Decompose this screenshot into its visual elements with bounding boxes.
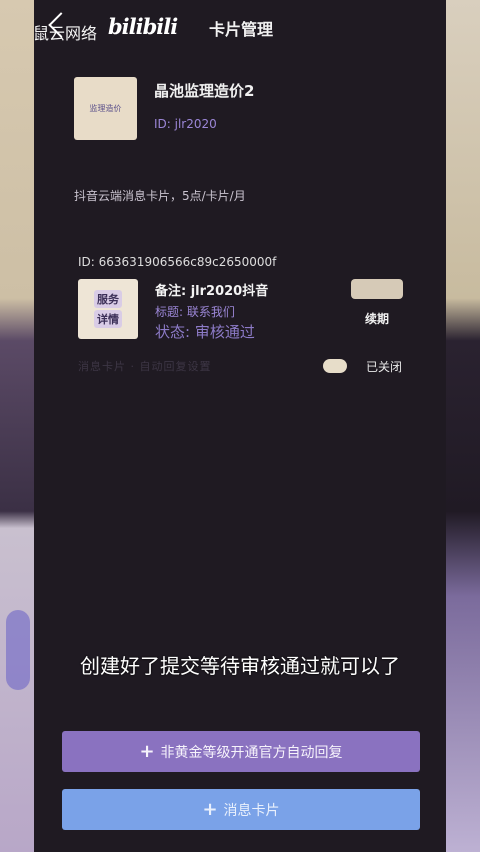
button-label: 消息卡片 bbox=[223, 802, 280, 819]
faded-info-text: 消息卡片 · 自动回复设置 bbox=[78, 360, 212, 373]
toggle-status-label: 已关闭 bbox=[366, 360, 403, 374]
thumb-tag: 详情 bbox=[94, 310, 122, 328]
plus-icon: + bbox=[202, 799, 218, 820]
button-label: 非黄金等级开通官方自动回复 bbox=[160, 744, 343, 761]
card-pricing-description: 抖音云端消息卡片，5点/卡片/月 bbox=[74, 189, 246, 203]
card-status: 状态: 审核通过 bbox=[155, 323, 255, 341]
enable-official-auto-reply-button[interactable]: + 非黄金等级开通官方自动回复 bbox=[62, 731, 420, 772]
account-avatar: 监理造价 bbox=[74, 77, 137, 140]
auto-reply-toggle[interactable] bbox=[323, 359, 347, 373]
account-name: 晶池监理造价2 bbox=[154, 82, 255, 100]
renew-label[interactable]: 续期 bbox=[351, 310, 403, 327]
account-id: ID: jlr2020 bbox=[154, 117, 217, 131]
thumb-tag: 服务 bbox=[94, 290, 122, 308]
page-title: 卡片管理 bbox=[208, 20, 273, 39]
card-note: 备注: jlr2020抖音 bbox=[155, 284, 269, 299]
video-background-right bbox=[446, 0, 480, 852]
card-title: 标题: 联系我们 bbox=[155, 305, 235, 319]
avatar-logo-text: 监理造价 bbox=[89, 104, 122, 113]
card-id: ID: 663631906566c89c2650000f bbox=[78, 255, 277, 269]
add-message-card-button[interactable]: + 消息卡片 bbox=[62, 789, 420, 830]
video-subtitle: 创建好了提交等待审核通过就可以了 bbox=[80, 654, 400, 678]
header-bar: 鼠云网络 bilibili 卡片管理 bbox=[0, 0, 480, 56]
video-background-left bbox=[0, 0, 34, 852]
renew-button[interactable] bbox=[351, 279, 403, 299]
card-thumbnail[interactable]: 服务 详情 bbox=[78, 279, 138, 339]
plus-icon: + bbox=[139, 741, 155, 762]
